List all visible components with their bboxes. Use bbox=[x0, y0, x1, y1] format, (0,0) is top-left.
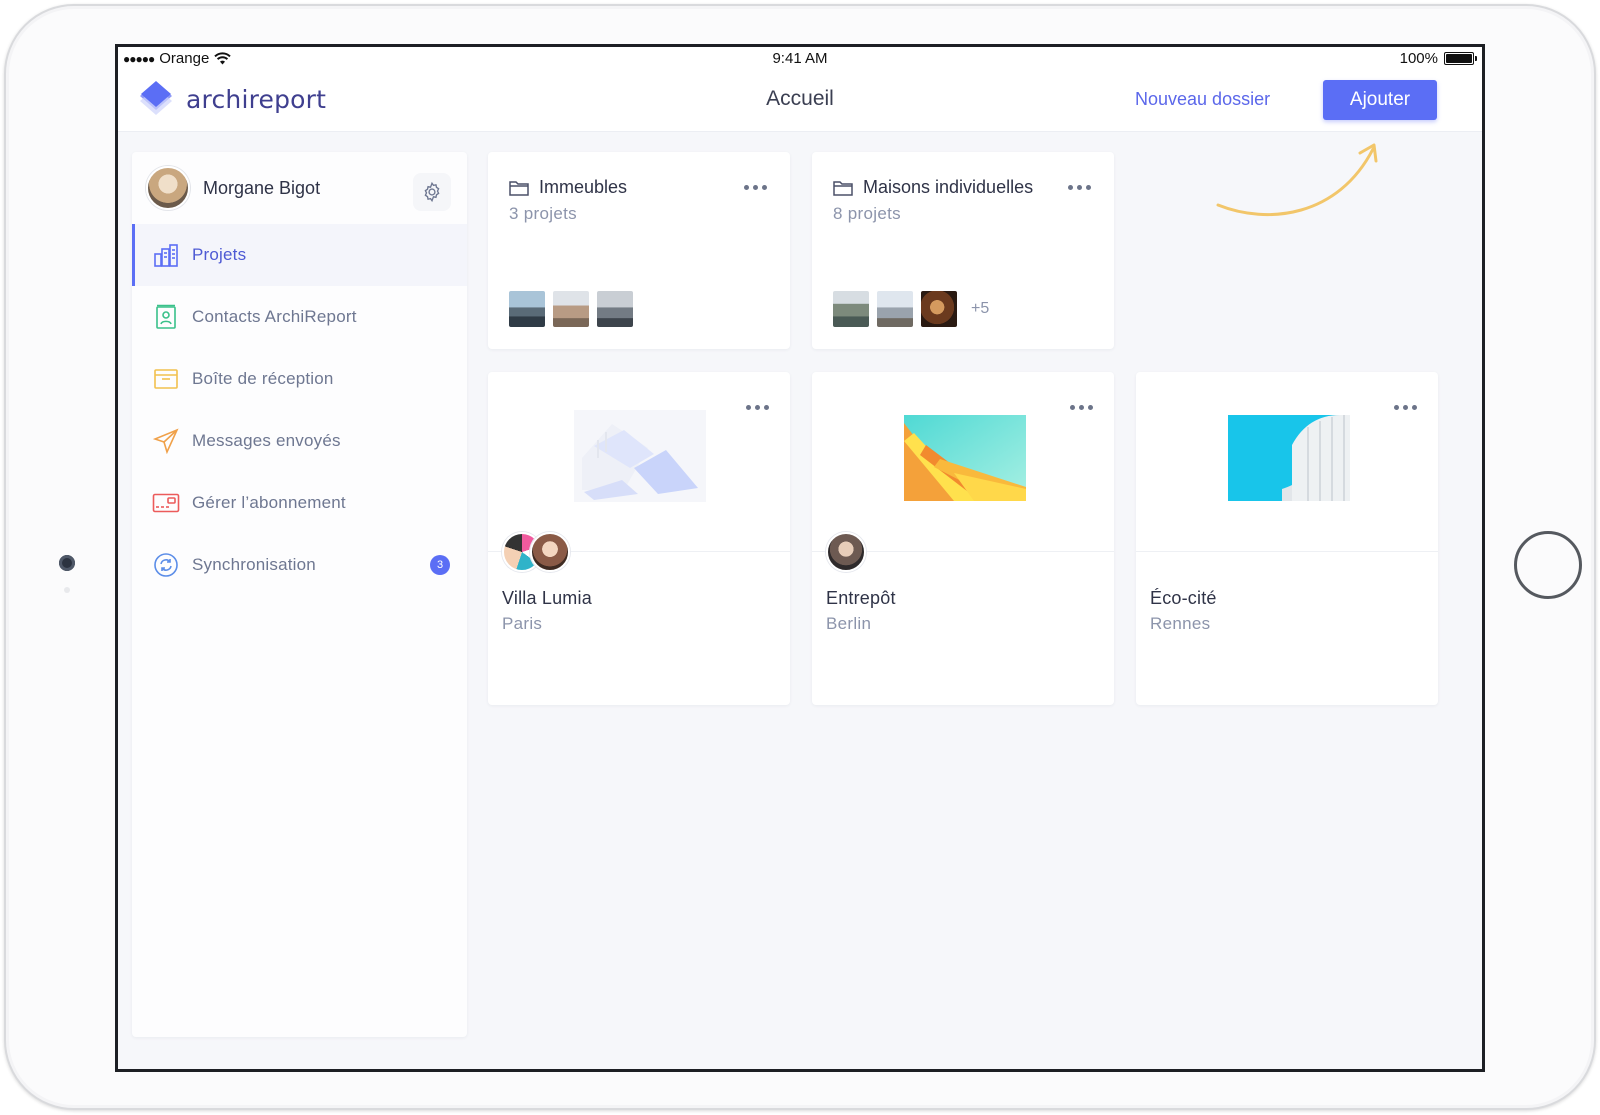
sidebar-item-subscription[interactable]: Gérer l’abonnement bbox=[132, 472, 467, 534]
building-placeholder-image bbox=[574, 410, 706, 502]
folder-count: 8 projets bbox=[833, 204, 901, 223]
sensor bbox=[64, 587, 70, 593]
send-icon bbox=[152, 427, 180, 455]
warehouse-photo-image bbox=[904, 415, 1026, 501]
project-image-area bbox=[812, 372, 1114, 552]
more-options-button[interactable] bbox=[1068, 182, 1094, 192]
settings-button[interactable] bbox=[413, 173, 451, 211]
project-card-villa-lumia[interactable]: Villa Lumia Paris bbox=[488, 372, 790, 705]
project-name: Villa Lumia bbox=[502, 588, 592, 608]
sidebar-nav: Projets Contacts ArchiReport Boîte de ré… bbox=[132, 224, 467, 596]
sidebar-item-sync[interactable]: Synchronisation 3 bbox=[132, 534, 467, 596]
user-name: Morgane Bigot bbox=[203, 178, 321, 198]
more-options-button[interactable] bbox=[746, 402, 772, 412]
collaborator-avatars bbox=[502, 532, 570, 572]
collaborator-avatars bbox=[826, 532, 866, 572]
project-city: Paris bbox=[502, 614, 543, 633]
hint-arrow-icon bbox=[1216, 143, 1378, 216]
status-bar: ●●●●● Orange 9:41 AM 100% bbox=[118, 47, 1482, 73]
sidebar-item-label: Synchronisation bbox=[192, 555, 316, 574]
project-name: Éco-cité bbox=[1150, 588, 1217, 608]
home-button[interactable] bbox=[1514, 531, 1582, 599]
avatar bbox=[146, 166, 190, 210]
folder-title: Maisons individuelles bbox=[863, 177, 1034, 197]
front-camera bbox=[59, 555, 75, 571]
sidebar-item-label: Contacts ArchiReport bbox=[192, 307, 357, 326]
buildings-icon bbox=[152, 241, 180, 269]
sync-icon bbox=[152, 551, 180, 579]
folder-card-maisons[interactable]: Maisons individuelles 8 projets +5 bbox=[812, 152, 1114, 349]
project-image-area bbox=[488, 372, 790, 552]
sidebar-item-label: Projets bbox=[192, 245, 247, 264]
folder-icon bbox=[833, 180, 853, 196]
clock: 9:41 AM bbox=[772, 50, 828, 67]
project-name: Entrepôt bbox=[826, 588, 896, 608]
sidebar: Morgane Bigot Projets Contacts ArchiRepo… bbox=[132, 152, 467, 1037]
sidebar-item-inbox[interactable]: Boîte de réception bbox=[132, 348, 467, 410]
credit-card-icon bbox=[152, 489, 180, 517]
inbox-icon bbox=[152, 365, 180, 393]
contacts-icon bbox=[152, 303, 180, 331]
battery-icon bbox=[1444, 52, 1477, 65]
sidebar-item-projets[interactable]: Projets bbox=[132, 224, 467, 286]
sidebar-item-contacts[interactable]: Contacts ArchiReport bbox=[132, 286, 467, 348]
profile-header[interactable]: Morgane Bigot bbox=[132, 152, 467, 224]
gear-icon bbox=[424, 181, 440, 203]
more-thumbnails-count: +5 bbox=[971, 300, 990, 317]
folder-count: 3 projets bbox=[509, 204, 577, 223]
battery-fill bbox=[1446, 54, 1472, 63]
folder-title: Immeubles bbox=[539, 177, 628, 197]
avatar bbox=[530, 532, 570, 572]
sidebar-item-label: Gérer l’abonnement bbox=[192, 493, 346, 512]
sidebar-item-sent[interactable]: Messages envoyés bbox=[132, 410, 467, 472]
sync-badge: 3 bbox=[430, 555, 450, 575]
project-thumbnail bbox=[921, 291, 957, 327]
project-image-area bbox=[1136, 372, 1438, 552]
project-card-eco-cite[interactable]: Éco-cité Rennes bbox=[1136, 372, 1438, 705]
project-thumbnail bbox=[509, 291, 545, 327]
project-city: Berlin bbox=[826, 614, 872, 633]
more-options-button[interactable] bbox=[744, 182, 770, 192]
project-city: Rennes bbox=[1150, 614, 1211, 633]
building-photo-image bbox=[1228, 415, 1350, 501]
sidebar-item-label: Boîte de réception bbox=[192, 369, 334, 388]
project-thumbnail bbox=[877, 291, 913, 327]
folder-icon bbox=[509, 180, 529, 196]
more-options-button[interactable] bbox=[1070, 402, 1096, 412]
battery-percent: 100% bbox=[1399, 50, 1438, 67]
project-thumbnail bbox=[833, 291, 869, 327]
project-thumbnail bbox=[597, 291, 633, 327]
project-thumbnail bbox=[553, 291, 589, 327]
folder-card-immeubles[interactable]: Immeubles 3 projets bbox=[488, 152, 790, 349]
avatar bbox=[826, 532, 866, 572]
more-options-button[interactable] bbox=[1394, 402, 1420, 412]
navbar: archireport Accueil Nouveau dossier Ajou… bbox=[118, 73, 1482, 131]
new-folder-link[interactable]: Nouveau dossier bbox=[1135, 89, 1270, 110]
screen: ●●●●● Orange 9:41 AM 100% archireport Ac… bbox=[115, 44, 1485, 1072]
add-button[interactable]: Ajouter bbox=[1323, 80, 1437, 120]
page-title: Accueil bbox=[766, 87, 834, 110]
project-card-entrepot[interactable]: Entrepôt Berlin bbox=[812, 372, 1114, 705]
sidebar-item-label: Messages envoyés bbox=[192, 431, 341, 450]
